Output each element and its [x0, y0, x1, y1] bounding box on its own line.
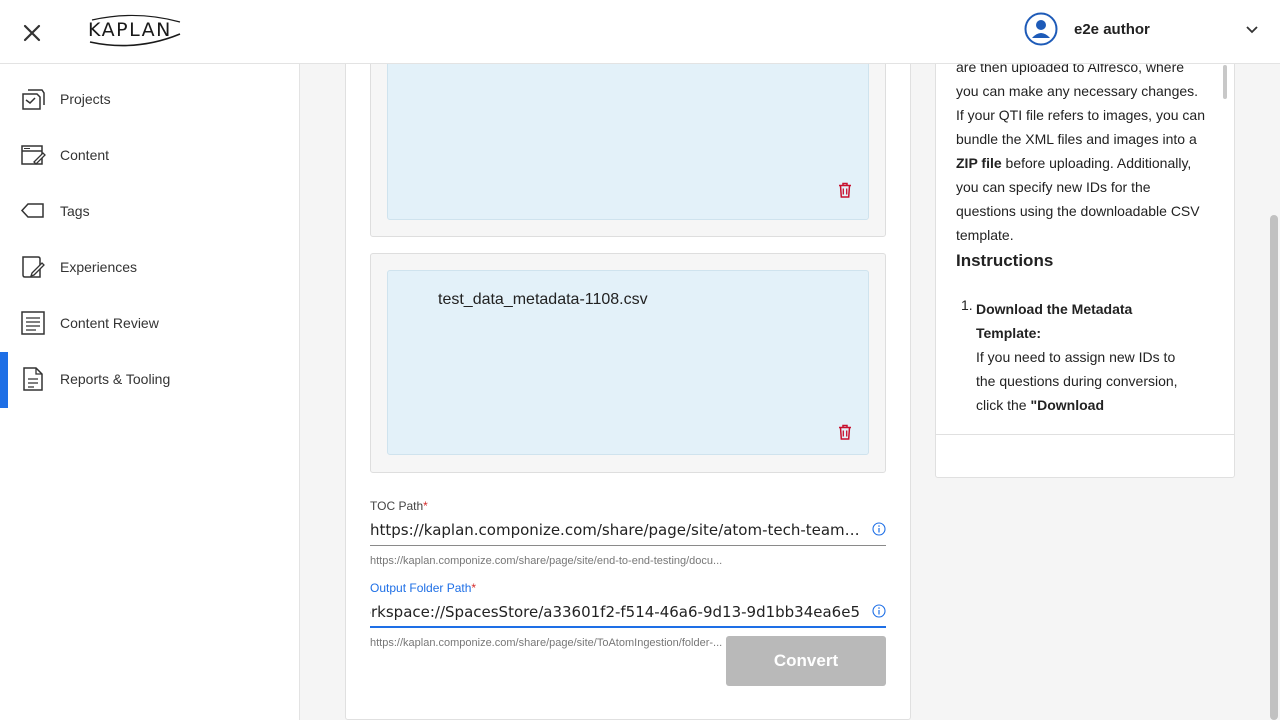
output-folder-label-text: Output Folder Path [370, 581, 472, 595]
sidebar-item-tags[interactable]: Tags [0, 184, 299, 240]
help-intro: are then uploaded to Alfresco, where you… [956, 64, 1208, 247]
experiences-icon [22, 256, 45, 278]
sidebar-item-experiences[interactable]: Experiences [0, 240, 299, 296]
sidebar: Projects Content Tags Experiences Conten… [0, 64, 300, 720]
step-number: 1. [961, 297, 973, 313]
file-box: test_data_metadata-1108.csv [370, 253, 886, 473]
upload-card: test_data_metadata-1108.csv TOC Path* ht… [345, 64, 911, 720]
help-intro-bold: ZIP file [956, 155, 1002, 171]
sidebar-item-content-review[interactable]: Content Review [0, 296, 299, 352]
user-avatar-icon [1024, 12, 1058, 46]
sidebar-item-label: Content [60, 147, 110, 163]
file-preview [387, 64, 869, 220]
instruction-step: Download the Metadata Template: If you ne… [976, 297, 1196, 417]
info-icon[interactable] [872, 604, 886, 618]
sidebar-item-projects[interactable]: Projects [0, 72, 299, 128]
required-mark: * [423, 499, 428, 513]
sidebar-item-reports-tooling[interactable]: Reports & Tooling [0, 352, 299, 408]
sidebar-item-label: Tags [60, 203, 90, 219]
app-header: KAPLAN e2e author [0, 0, 1280, 64]
info-icon[interactable] [872, 522, 886, 536]
file-name: test_data_metadata-1108.csv [438, 291, 648, 308]
help-panel: are then uploaded to Alfresco, where you… [935, 64, 1235, 478]
user-menu[interactable]: e2e author [1024, 12, 1268, 48]
help-scrollbar[interactable] [1223, 65, 1227, 99]
step-title: Download the Metadata Template: [976, 301, 1133, 341]
sidebar-item-label: Experiences [60, 259, 138, 275]
instructions-heading: Instructions [956, 251, 1054, 270]
toc-path-helper: https://kaplan.componize.com/share/page/… [370, 555, 723, 567]
convert-button[interactable]: Convert [726, 636, 886, 686]
tag-icon [20, 203, 44, 218]
output-folder-label: Output Folder Path* [370, 581, 476, 595]
active-indicator [0, 352, 8, 408]
file-box [370, 64, 886, 237]
user-name: e2e author [1074, 21, 1150, 38]
content-review-icon [21, 311, 45, 335]
reports-icon [23, 367, 43, 391]
trash-icon[interactable] [836, 423, 854, 441]
kaplan-logo[interactable]: KAPLAN [86, 12, 186, 50]
sidebar-item-label: Projects [60, 91, 111, 107]
file-preview: test_data_metadata-1108.csv [387, 270, 869, 455]
toc-path-input[interactable]: https://kaplan.componize.com/share/page/… [370, 516, 886, 546]
logo-text: KAPLAN [88, 19, 172, 41]
chevron-down-icon [1246, 26, 1258, 34]
close-icon [23, 24, 41, 42]
help-intro-text: are then uploaded to Alfresco, where you… [956, 64, 1205, 147]
toc-path-label-text: TOC Path [370, 499, 424, 513]
sidebar-item-label: Content Review [60, 315, 159, 331]
output-folder-input[interactable]: workspace://SpacesStore/a33601f2-f514-46… [370, 598, 886, 628]
toc-path-label: TOC Path* [370, 499, 428, 513]
help-scroll-area[interactable]: are then uploaded to Alfresco, where you… [936, 64, 1234, 435]
sidebar-item-label: Reports & Tooling [60, 371, 171, 387]
sidebar-item-content[interactable]: Content [0, 128, 299, 184]
required-mark: * [471, 581, 477, 595]
step-bold: "Download [1030, 397, 1104, 413]
page-scrollbar[interactable] [1270, 215, 1278, 720]
output-folder-value: workspace://SpacesStore/a33601f2-f514-46… [370, 603, 860, 621]
projects-icon [22, 89, 45, 110]
main-content: test_data_metadata-1108.csv TOC Path* ht… [300, 64, 1280, 720]
close-button[interactable] [18, 19, 46, 47]
trash-icon[interactable] [836, 181, 854, 199]
content-icon [21, 145, 46, 165]
